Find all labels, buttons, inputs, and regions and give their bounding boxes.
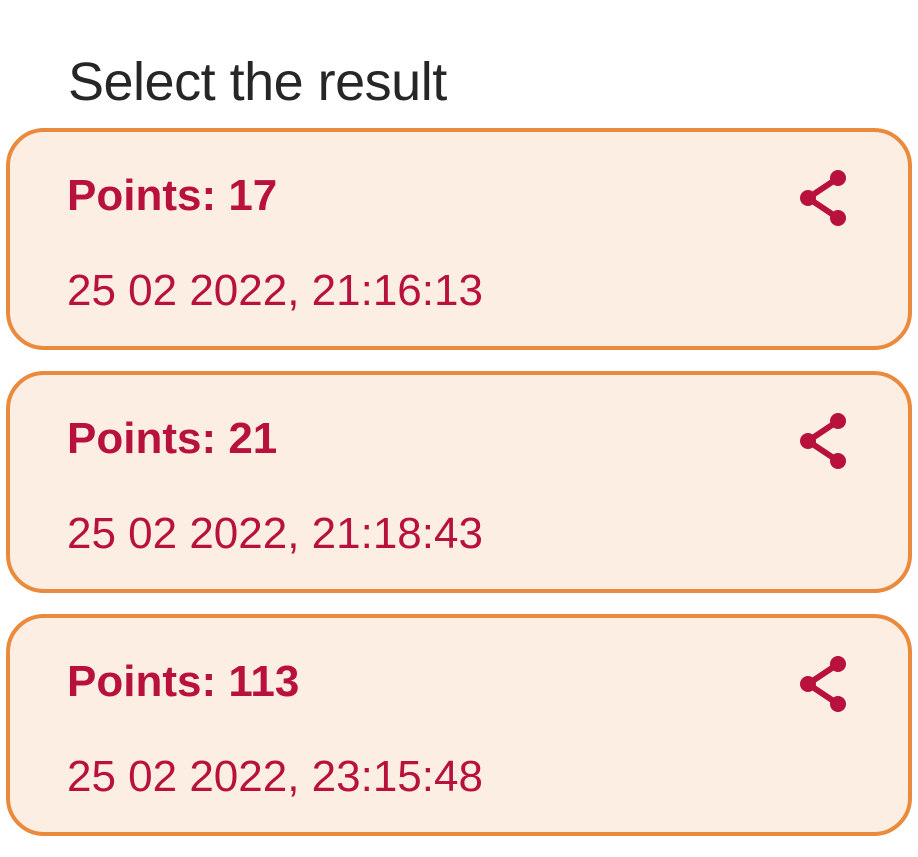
share-icon[interactable] <box>794 166 854 230</box>
result-card[interactable]: Points: 113 25 02 2022, 23:15:48 <box>6 614 912 836</box>
result-points: Points: 21 <box>67 414 278 463</box>
result-date: 25 02 2022, 21:18:43 <box>67 509 483 558</box>
share-icon[interactable] <box>794 652 854 716</box>
result-card[interactable]: Points: 17 25 02 2022, 21:16:13 <box>6 128 912 350</box>
results-list: Points: 17 25 02 2022, 21:16:13 Points: … <box>6 128 912 857</box>
result-date: 25 02 2022, 23:15:48 <box>67 752 483 801</box>
share-icon[interactable] <box>794 409 854 473</box>
result-points: Points: 17 <box>67 171 278 220</box>
page-title: Select the result <box>68 52 447 112</box>
result-card[interactable]: Points: 21 25 02 2022, 21:18:43 <box>6 371 912 593</box>
result-points: Points: 113 <box>67 657 300 706</box>
result-date: 25 02 2022, 21:16:13 <box>67 266 483 315</box>
